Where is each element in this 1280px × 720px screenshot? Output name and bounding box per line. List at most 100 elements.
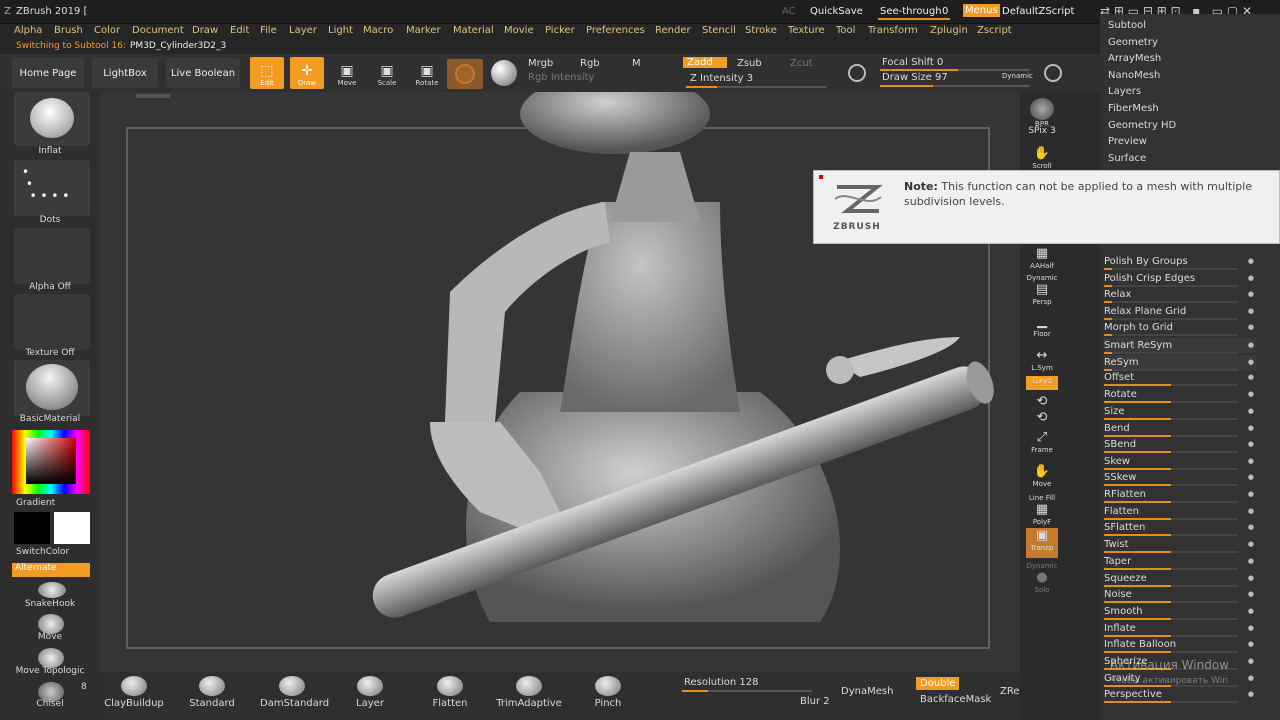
deform-morph-to-grid[interactable]: Morph to Grid [1104, 322, 1256, 333]
aahalf-button[interactable]: ▦ AAHalf [1026, 246, 1058, 276]
deform-bend[interactable]: Bend [1104, 423, 1256, 434]
deform-size-axis-icon[interactable]: ● [1248, 407, 1254, 415]
move-brush-icon[interactable] [38, 614, 64, 634]
deform-morph-to-grid-slider[interactable] [1104, 334, 1238, 336]
focal-shift-slider[interactable] [880, 69, 1030, 71]
palette-nanomesh[interactable]: NanoMesh [1108, 70, 1260, 81]
secondary-color-swatch[interactable] [14, 512, 50, 544]
focal-icon[interactable] [848, 64, 866, 82]
deform-sflatten-axis-icon[interactable]: ● [1248, 523, 1254, 531]
rgb-intensity-label[interactable]: Rgb Intensity [528, 72, 594, 83]
deform-taper-axis-icon[interactable]: ● [1248, 557, 1254, 565]
deform-taper-slider[interactable] [1104, 568, 1238, 570]
deform-rflatten-slider[interactable] [1104, 501, 1238, 503]
deform-inflate-balloon[interactable]: Inflate Balloon [1104, 639, 1256, 650]
deform-twist-slider[interactable] [1104, 551, 1238, 553]
quicksave-button[interactable]: QuickSave [810, 6, 863, 17]
menu-layer[interactable]: Layer [289, 25, 317, 36]
deform-squeeze[interactable]: Squeeze [1104, 573, 1256, 584]
rotate-button[interactable]: ▣ Rotate [410, 57, 444, 89]
deform-sflatten[interactable]: SFlatten [1104, 522, 1256, 533]
deform-inflate[interactable]: Inflate [1104, 623, 1256, 634]
deform-sbend[interactable]: SBend [1104, 439, 1256, 450]
brush-damstandard[interactable]: DamStandard [260, 676, 329, 709]
deform-smart-resym[interactable]: Smart ReSym [1104, 340, 1256, 351]
deform-flatten-slider[interactable] [1104, 518, 1238, 520]
deform-rotate[interactable]: Rotate [1104, 389, 1256, 400]
move-button[interactable]: ▣ Move [330, 57, 364, 89]
deform-resym[interactable]: ReSym [1104, 357, 1256, 368]
deform-polish-by-groups-slider[interactable] [1104, 268, 1238, 270]
deform-flatten-axis-icon[interactable]: ● [1248, 507, 1254, 515]
solo-button[interactable]: Dynamic ● Solo [1026, 562, 1058, 594]
deform-taper[interactable]: Taper [1104, 556, 1256, 567]
deform-rflatten-axis-icon[interactable]: ● [1248, 490, 1254, 498]
menu-preferences[interactable]: Preferences [586, 25, 645, 36]
material-swatch-button[interactable] [447, 59, 483, 89]
deform-sskew[interactable]: SSkew [1104, 472, 1256, 483]
palette-preview[interactable]: Preview [1108, 136, 1260, 147]
brush-standard[interactable]: Standard [182, 676, 242, 709]
live-boolean-button[interactable]: Live Boolean [166, 58, 240, 88]
deform-twist[interactable]: Twist [1104, 539, 1256, 550]
menu-macro[interactable]: Macro [363, 25, 393, 36]
menu-light[interactable]: Light [328, 25, 353, 36]
menu-alpha[interactable]: Alpha [14, 25, 42, 36]
deform-sskew-axis-icon[interactable]: ● [1248, 473, 1254, 481]
z-intensity-slider[interactable] [686, 86, 826, 88]
color-square[interactable] [26, 438, 76, 484]
deform-skew[interactable]: Skew [1104, 456, 1256, 467]
draw-size-slider[interactable] [880, 85, 1030, 87]
deform-twist-axis-icon[interactable]: ● [1248, 540, 1254, 548]
brush-layer[interactable]: Layer [340, 676, 400, 709]
deform-inflate-balloon-axis-icon[interactable]: ● [1248, 640, 1254, 648]
deform-offset[interactable]: Offset [1104, 372, 1256, 383]
menu-stencil[interactable]: Stencil [702, 25, 736, 36]
deform-rotate-axis-icon[interactable]: ● [1248, 390, 1254, 398]
brush-pinch[interactable]: Pinch [578, 676, 638, 709]
deform-resym-slider[interactable] [1104, 369, 1238, 371]
deform-flatten[interactable]: Flatten [1104, 506, 1256, 517]
dynamesh-button[interactable]: DynaMesh [841, 686, 893, 697]
deform-squeeze-axis-icon[interactable]: ● [1248, 574, 1254, 582]
palette-layers[interactable]: Layers [1108, 86, 1260, 97]
z-intensity-label[interactable]: Z Intensity 3 [690, 73, 753, 84]
deform-morph-to-grid-axis-icon[interactable]: ● [1248, 323, 1254, 331]
bpr-button[interactable]: BPR [1026, 98, 1058, 128]
deform-polish-crisp-edges-axis-icon[interactable]: ● [1248, 274, 1254, 282]
deform-relax-slider[interactable] [1104, 301, 1238, 303]
deform-relax-axis-icon[interactable]: ● [1248, 290, 1254, 298]
deform-rotate-slider[interactable] [1104, 401, 1238, 403]
deform-relax-plane-grid-axis-icon[interactable]: ● [1248, 307, 1254, 315]
deform-gravity-axis-icon[interactable]: ● [1248, 674, 1254, 682]
seethrough-slider[interactable] [878, 18, 950, 20]
alternate-button[interactable]: Alternate [12, 563, 90, 577]
mrgb-button[interactable]: Mrgb [528, 58, 553, 69]
deform-polish-crisp-edges-slider[interactable] [1104, 285, 1238, 287]
color-picker[interactable] [12, 430, 90, 494]
deform-spherize-axis-icon[interactable]: ● [1248, 657, 1254, 665]
resolution-slider[interactable] [682, 690, 812, 692]
deform-perspective-axis-icon[interactable]: ● [1248, 690, 1254, 698]
palette-subtool[interactable]: Subtool [1108, 20, 1260, 31]
deform-resym-axis-icon[interactable]: ● [1248, 358, 1254, 366]
frame-button[interactable]: ⤢ Frame [1026, 430, 1058, 460]
lazymouse-icon[interactable] [1044, 64, 1062, 82]
deform-skew-axis-icon[interactable]: ● [1248, 457, 1254, 465]
draw-button[interactable]: ✛ Draw [290, 57, 324, 89]
brush-thumbnail[interactable] [14, 92, 90, 146]
default-zscript-button[interactable]: DefaultZScript [1002, 6, 1074, 17]
seethrough-label[interactable]: See-through [880, 6, 942, 17]
deform-smooth-slider[interactable] [1104, 618, 1238, 620]
zcut-button[interactable]: Zcut [790, 58, 813, 69]
deform-bend-slider[interactable] [1104, 435, 1238, 437]
menu-stroke[interactable]: Stroke [745, 25, 777, 36]
zsub-button[interactable]: Zsub [737, 58, 762, 69]
palette-fibermesh[interactable]: FiberMesh [1108, 103, 1260, 114]
backfacemask-button[interactable]: BackfaceMask [920, 694, 991, 705]
home-page-button[interactable]: Home Page [12, 58, 84, 88]
deform-smooth-axis-icon[interactable]: ● [1248, 607, 1254, 615]
menu-transform[interactable]: Transform [868, 25, 918, 36]
draw-size-label[interactable]: Draw Size 97 [882, 72, 948, 83]
palette-surface[interactable]: Surface [1108, 153, 1260, 164]
